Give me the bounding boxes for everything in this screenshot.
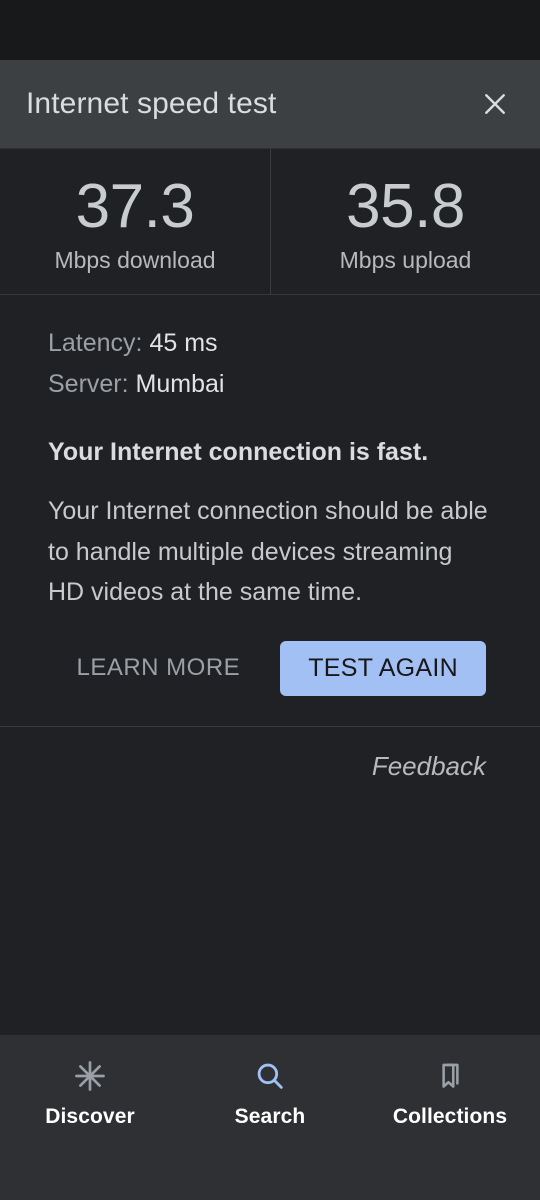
dialog-header: Internet speed test xyxy=(0,60,540,148)
result-headline: Your Internet connection is fast. xyxy=(48,438,429,466)
nav-label-search: Search xyxy=(234,1105,306,1128)
download-value: 37.3 xyxy=(75,171,195,241)
speed-test-card: 37.3 Mbps download 35.8 Mbps upload Late… xyxy=(0,148,540,782)
status-bar xyxy=(0,0,540,60)
stat-download: 37.3 Mbps download xyxy=(0,149,270,294)
latency-row: Latency: 45 ms xyxy=(48,323,492,364)
card-body: Latency: 45 ms Server: Mumbai Your Inter… xyxy=(0,295,540,613)
stat-upload: 35.8 Mbps upload xyxy=(270,149,540,294)
server-row: Server: Mumbai xyxy=(48,364,492,405)
upload-value: 35.8 xyxy=(346,171,465,241)
close-icon xyxy=(480,89,510,119)
search-icon xyxy=(253,1057,287,1095)
server-label: Server: xyxy=(48,369,129,398)
latency-label: Latency: xyxy=(48,329,143,357)
feedback-row: Feedback xyxy=(0,727,540,782)
nav-label-discover: Discover xyxy=(45,1105,135,1128)
card-actions: LEARN MORE TEST AGAIN xyxy=(0,613,540,726)
bookmarks-icon xyxy=(433,1057,467,1095)
dialog-title: Internet speed test xyxy=(26,87,277,120)
upload-label: Mbps upload xyxy=(339,246,472,273)
server-value: Mumbai xyxy=(135,369,225,398)
feedback-link[interactable]: Feedback xyxy=(372,751,486,782)
sparkle-icon xyxy=(72,1057,108,1095)
download-label: Mbps download xyxy=(54,246,216,273)
nav-item-search[interactable]: Search xyxy=(180,1057,360,1129)
result-description: Your Internet connection should be able … xyxy=(48,497,488,606)
learn-more-button[interactable]: LEARN MORE xyxy=(74,648,242,688)
latency-value: 45 ms xyxy=(149,329,218,357)
close-button[interactable] xyxy=(472,81,518,127)
nav-item-collections[interactable]: Collections xyxy=(360,1057,540,1129)
nav-label-collections: Collections xyxy=(392,1105,508,1128)
nav-item-discover[interactable]: Discover xyxy=(0,1057,180,1129)
test-again-button[interactable]: TEST AGAIN xyxy=(280,640,486,696)
app-screen: Internet speed test 37.3 Mbps download 3… xyxy=(0,0,540,1200)
stats-row: 37.3 Mbps download 35.8 Mbps upload xyxy=(0,148,540,295)
bottom-navigation: Discover Search Collections xyxy=(0,1035,540,1200)
